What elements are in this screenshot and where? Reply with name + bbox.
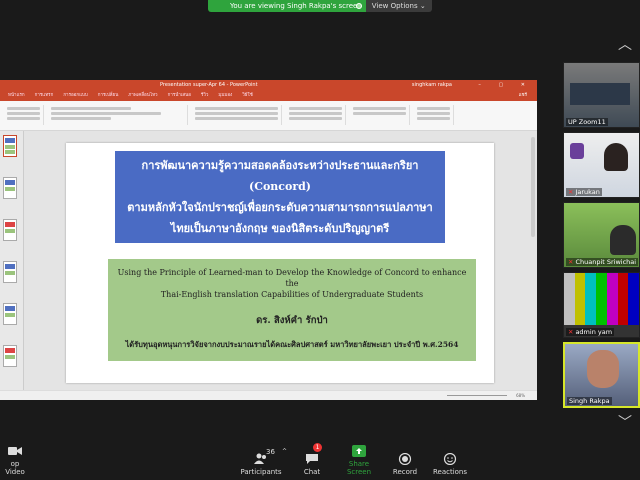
record-icon <box>398 453 412 465</box>
reactions-icon <box>443 453 457 465</box>
meeting-toolbar: op Video Participants 36 ^ Chat 1 Share … <box>0 436 640 480</box>
window-controls-icon[interactable]: – ▢ ✕ <box>478 80 533 91</box>
ppt-titlebar: Presentation super-Apr 64 - PowerPoint s… <box>0 80 537 91</box>
muted-mic-icon: ✕ <box>568 188 574 196</box>
participant-tile-speaking[interactable]: Singh Rakpa <box>563 342 640 408</box>
thai-title-line: ไทยเป็นภาษาอังกฤษ ของนิสิตระดับปริญญาตรี <box>170 222 390 235</box>
clipboard-group[interactable] <box>4 105 44 125</box>
chevron-up-icon[interactable]: ^ <box>282 448 287 455</box>
thai-title-line: ตามหลักหัวใจนักปราชญ์เพื่อยกระดับความสาม… <box>127 201 433 214</box>
stop-video-label: op Video <box>5 460 25 476</box>
participant-name: ✕ admin yam <box>566 328 615 336</box>
thai-title-line: การพัฒนาความรู้ความสอดคล้องระหว่างประธาน… <box>141 159 419 193</box>
participant-name: ✕ Jarukan <box>566 188 602 196</box>
author-name: ดร. สิงห์คำ รักป่า <box>256 315 328 326</box>
slide-thumbnail[interactable] <box>3 261 17 283</box>
arrange-group[interactable] <box>350 105 410 125</box>
muted-mic-icon: ✕ <box>568 328 574 336</box>
chat-icon <box>306 454 318 464</box>
tab[interactable]: หน้าแรก <box>8 91 25 101</box>
shared-screen[interactable]: Presentation super-Apr 64 - PowerPoint s… <box>0 80 537 400</box>
participants-button[interactable]: Participants <box>238 453 284 476</box>
participant-tile[interactable]: ✕ Jarukan <box>563 132 640 198</box>
video-feed <box>604 143 628 171</box>
tab[interactable]: การแทรก <box>35 91 54 101</box>
slide-thumbnail[interactable] <box>3 345 17 367</box>
chat-badge: 1 <box>313 443 322 452</box>
english-title: Using the Principle of Learned-man to De… <box>108 259 476 300</box>
share-screen-icon <box>352 445 366 457</box>
participant-tile[interactable]: UP Zoom11 <box>563 62 640 128</box>
tab[interactable]: มุมมอง <box>218 91 232 101</box>
stop-video-button[interactable]: op Video <box>0 445 30 476</box>
window-title: Presentation super-Apr 64 - PowerPoint <box>160 82 258 88</box>
view-options-label: View Options <box>371 2 418 10</box>
screen-share-banner: You are viewing Singh Rakpa's screen Vie… <box>208 0 432 12</box>
paragraph-group[interactable] <box>192 105 282 125</box>
video-camera-icon <box>8 447 22 455</box>
tab[interactable]: รีวิว <box>201 91 208 101</box>
muted-mic-icon: ✕ <box>568 258 574 266</box>
slide-thumbnail[interactable] <box>3 303 17 325</box>
drawing-group[interactable] <box>286 105 346 125</box>
video-feed <box>610 225 636 255</box>
share-button[interactable]: แชร์ <box>519 91 527 101</box>
participant-name: Singh Rakpa <box>567 397 612 405</box>
reactions-label: Reactions <box>432 468 468 476</box>
participant-tile[interactable]: ✕ Chuanpit Sriwichai <box>563 202 640 268</box>
thai-title-box[interactable]: การพัฒนาความรู้ความสอดคล้องระหว่างประธาน… <box>115 151 445 243</box>
english-title-box[interactable]: Using the Principle of Learned-man to De… <box>108 259 476 361</box>
user-name: singhkam rakpa <box>411 82 452 88</box>
status-bar: 68% <box>0 390 537 400</box>
ribbon-tabs: หน้าแรก การแทรก การออกแบบ การเปลี่ยน ภาพ… <box>0 91 537 101</box>
slide-thumbnails <box>0 131 24 390</box>
zoom-slider[interactable] <box>447 395 507 396</box>
viewing-message: You are viewing Singh Rakpa's screen <box>208 0 370 12</box>
slide-canvas: การพัฒนาความรู้ความสอดคล้องระหว่างประธาน… <box>24 131 537 390</box>
video-feed <box>587 350 619 388</box>
tab[interactable]: การออกแบบ <box>63 91 87 101</box>
view-options-button[interactable]: View Options ⌄ <box>365 0 432 12</box>
vertical-scrollbar[interactable] <box>531 137 535 237</box>
participant-gallery: UP Zoom11 ✕ Jarukan ✕ Chuanpit Sriwichai ✕… <box>563 62 640 432</box>
participant-name: ✕ Chuanpit Sriwichai <box>566 258 639 266</box>
chevron-down-icon[interactable]: ﹀ <box>563 412 640 432</box>
share-screen-label: Share Screen <box>346 460 372 476</box>
slide-thumbnail[interactable] <box>3 177 17 199</box>
slide-thumbnail[interactable] <box>3 219 17 241</box>
record-label: Record <box>392 468 418 476</box>
color-bars-feed <box>564 273 639 325</box>
ribbon <box>0 101 537 131</box>
share-screen-button[interactable]: Share Screen <box>336 445 382 476</box>
record-button[interactable]: Record <box>390 453 420 476</box>
slide-thumbnail[interactable] <box>3 135 17 157</box>
editing-group[interactable] <box>414 105 454 125</box>
participants-count: 36 <box>266 448 275 456</box>
tab[interactable]: ภาพเคลื่อนไหว <box>128 91 157 101</box>
participant-tile[interactable]: ✕ admin yam <box>563 272 640 338</box>
font-group[interactable] <box>48 105 188 125</box>
logo-icon <box>570 143 584 159</box>
tab[interactable]: การนำเสนอ <box>168 91 191 101</box>
current-slide[interactable]: การพัฒนาความรู้ความสอดคล้องระหว่างประธาน… <box>66 143 494 383</box>
video-feed <box>570 83 630 105</box>
chat-label: Chat <box>303 468 321 476</box>
participants-label: Participants <box>240 468 282 476</box>
funding-note: ได้รับทุนอุดหนุนการวิจัยจากงบประมาณรายได… <box>125 340 459 349</box>
tab[interactable]: การเปลี่ยน <box>98 91 119 101</box>
english-title-line: Using the Principle of Learned-man to De… <box>117 268 467 288</box>
english-title-line: Thai-English translation Capabilities of… <box>160 290 424 299</box>
tab[interactable]: วิธีใช้ <box>242 91 253 101</box>
participant-name: UP Zoom11 <box>566 118 608 126</box>
zoom-level: 68% <box>516 393 525 398</box>
share-status-icon <box>355 3 362 9</box>
chevron-up-icon[interactable]: ︿ <box>618 34 632 54</box>
chat-button[interactable]: Chat <box>300 453 324 476</box>
reactions-button[interactable]: Reactions <box>432 453 468 476</box>
